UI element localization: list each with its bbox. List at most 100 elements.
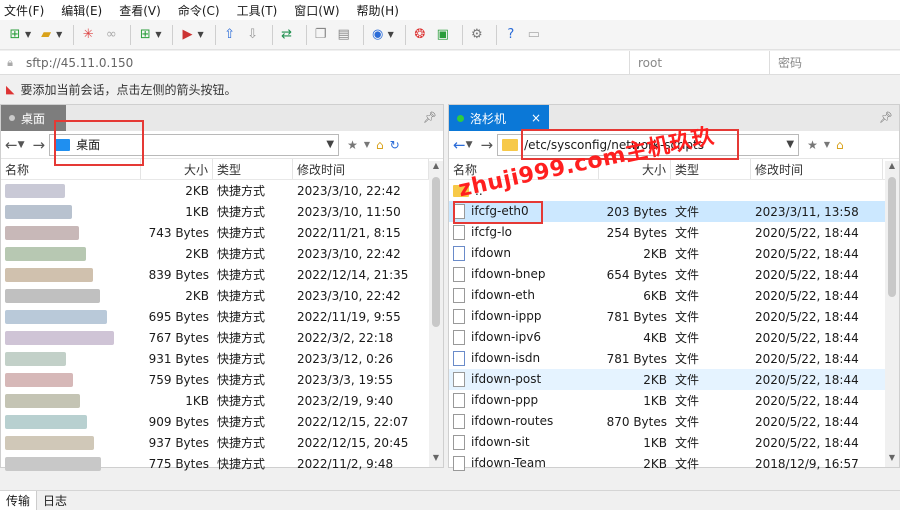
table-row[interactable]: ifdown-bnep 654 Bytes 文件 2020/5/22, 18:44 (449, 264, 899, 285)
refresh-icon[interactable]: ↻ (390, 138, 400, 152)
paste-icon[interactable]: ▤ (335, 26, 353, 44)
table-row[interactable]: ifdown-ippp 781 Bytes 文件 2020/5/22, 18:44 (449, 306, 899, 327)
back-dropdown-icon[interactable]: ▼ (18, 140, 25, 150)
back-dropdown-icon[interactable]: ▼ (466, 140, 473, 150)
forward-icon[interactable]: → (33, 136, 46, 154)
new-session-icon[interactable]: ⊞ (6, 26, 24, 44)
star-icon[interactable]: ★ (807, 138, 818, 152)
pin-icon[interactable]: 📌︎ (879, 111, 893, 124)
table-row[interactable]: ifdown 2KB 文件 2020/5/22, 18:44 (449, 243, 899, 264)
run-icon[interactable]: ▶ (178, 26, 196, 44)
table-row[interactable]: ifdown-isdn 781 Bytes 文件 2020/5/22, 18:44 (449, 348, 899, 369)
table-row[interactable]: 2KB 快捷方式 2023/3/10, 22:42 (1, 243, 443, 264)
help-icon[interactable]: ? (502, 26, 520, 44)
table-row[interactable]: 937 Bytes 快捷方式 2022/12/15, 20:45 (1, 432, 443, 453)
new-tab-dropdown-icon[interactable]: ▼ (155, 30, 161, 39)
table-row[interactable]: 2KB 快捷方式 2023/3/10, 22:42 (1, 180, 443, 201)
col-modified[interactable]: 修改时间 (751, 159, 883, 179)
chevron-down-icon[interactable]: ▼ (326, 139, 334, 150)
col-name[interactable]: 名称 (1, 159, 141, 179)
open-dropdown-icon[interactable]: ▼ (56, 30, 62, 39)
table-row[interactable]: 839 Bytes 快捷方式 2022/12/14, 21:35 (1, 264, 443, 285)
col-type[interactable]: 类型 (671, 159, 751, 179)
menu-edit[interactable]: 编辑(E) (61, 2, 102, 19)
table-row[interactable]: 2KB 快捷方式 2023/3/10, 22:42 (1, 285, 443, 306)
download-icon[interactable]: ⇩ (244, 26, 262, 44)
col-size[interactable]: 大小 (141, 159, 213, 179)
menu-file[interactable]: 文件(F) (4, 2, 44, 19)
new-session-dropdown-icon[interactable]: ▼ (25, 30, 31, 39)
table-row[interactable]: 909 Bytes 快捷方式 2022/12/15, 22:07 (1, 411, 443, 432)
table-row[interactable]: ifdown-ipv6 4KB 文件 2020/5/22, 18:44 (449, 327, 899, 348)
table-row[interactable]: 1KB 快捷方式 2023/3/10, 11:50 (1, 201, 443, 222)
menu-tools[interactable]: 工具(T) (237, 2, 278, 19)
local-scrollbar[interactable]: ▲ ▼ (429, 161, 443, 467)
table-row[interactable]: ifcfg-eth0 203 Bytes 文件 2023/3/11, 13:58 (449, 201, 899, 222)
globe-dropdown-icon[interactable]: ▼ (388, 30, 394, 39)
back-icon[interactable]: ← (453, 136, 466, 154)
new-tab-icon[interactable]: ⊞ (136, 26, 154, 44)
tab-local[interactable]: 桌面 (1, 105, 66, 131)
table-row[interactable]: 759 Bytes 快捷方式 2023/3/3, 19:55 (1, 369, 443, 390)
table-row[interactable]: ifdown-eth 6KB 文件 2020/5/22, 18:44 (449, 285, 899, 306)
username-input[interactable]: root (630, 51, 770, 74)
local-path-input[interactable]: 桌面 ▼ (49, 133, 340, 156)
sync-icon[interactable]: ⇄ (278, 26, 296, 44)
table-row[interactable]: 743 Bytes 快捷方式 2022/11/21, 8:15 (1, 222, 443, 243)
tab-transfer[interactable]: 传输 (0, 490, 38, 510)
run-dropdown-icon[interactable]: ▼ (197, 30, 203, 39)
password-input[interactable]: 密码 (770, 51, 900, 74)
upload-icon[interactable]: ⇧ (221, 26, 239, 44)
table-row[interactable]: ifcfg-lo 254 Bytes 文件 2020/5/22, 18:44 (449, 222, 899, 243)
col-modified[interactable]: 修改时间 (293, 159, 429, 179)
table-row[interactable]: .. (449, 180, 899, 201)
menu-help[interactable]: 帮助(H) (357, 2, 399, 19)
table-row[interactable]: ifdown-routes 870 Bytes 文件 2020/5/22, 18:44 (449, 411, 899, 432)
pin-icon[interactable]: 📌︎ (423, 111, 437, 124)
globe-icon[interactable]: ◉ (369, 26, 387, 44)
table-row[interactable]: 767 Bytes 快捷方式 2022/3/2, 22:18 (1, 327, 443, 348)
col-type[interactable]: 类型 (213, 159, 293, 179)
col-name[interactable]: 名称 (449, 159, 599, 179)
host-input[interactable]: sftp://45.11.0.150 (20, 51, 630, 74)
home-folder-icon[interactable]: ⌂ (376, 138, 384, 152)
xshell-icon[interactable]: ❂ (411, 26, 429, 44)
star-dropdown-icon[interactable]: ▼ (824, 140, 830, 149)
gear-icon[interactable]: ⚙ (468, 26, 486, 44)
scroll-down-icon[interactable]: ▼ (885, 453, 899, 467)
scroll-down-icon[interactable]: ▼ (429, 453, 443, 467)
xftp-icon[interactable]: ▣ (434, 26, 452, 44)
tab-remote[interactable]: 洛杉机 × (449, 105, 549, 131)
col-size[interactable]: 大小 (599, 159, 671, 179)
forward-icon[interactable]: → (481, 136, 494, 154)
table-row[interactable]: ifdown-post 2KB 文件 2020/5/22, 18:44 (449, 369, 899, 390)
reconnect-icon[interactable]: ∞ (102, 26, 120, 44)
scroll-up-icon[interactable]: ▲ (429, 161, 443, 175)
table-row[interactable]: ifdown-sit 1KB 文件 2020/5/22, 18:44 (449, 432, 899, 453)
menu-window[interactable]: 窗口(W) (294, 2, 339, 19)
remote-pane: 洛杉机 × 📌︎ ← ▼ → /etc/sysconfig/network-sc… (448, 104, 900, 471)
table-row[interactable]: 775 Bytes 快捷方式 2022/11/2, 9:48 (1, 453, 443, 474)
scroll-up-icon[interactable]: ▲ (885, 161, 899, 175)
close-icon[interactable]: × (531, 111, 541, 125)
chevron-down-icon[interactable]: ▼ (786, 139, 794, 150)
remote-path-input[interactable]: /etc/sysconfig/network-scripts ▼ (497, 133, 800, 156)
star-icon[interactable]: ★ (347, 138, 358, 152)
disconnect-icon[interactable]: ✳ (79, 26, 97, 44)
table-row[interactable]: ifdown-Team 2KB 文件 2018/12/9, 16:57 (449, 453, 899, 474)
tab-log[interactable]: 日志 (37, 491, 73, 510)
table-row[interactable]: 1KB 快捷方式 2023/2/19, 9:40 (1, 390, 443, 411)
open-folder-icon[interactable]: ▰ (37, 26, 55, 44)
home-folder-icon[interactable]: ⌂ (836, 138, 844, 152)
table-row[interactable]: 931 Bytes 快捷方式 2023/3/12, 0:26 (1, 348, 443, 369)
back-icon[interactable]: ← (5, 136, 18, 154)
remote-scrollbar[interactable]: ▲ ▼ (885, 161, 899, 467)
table-row[interactable]: ifdown-ppp 1KB 文件 2020/5/22, 18:44 (449, 390, 899, 411)
star-dropdown-icon[interactable]: ▼ (364, 140, 370, 149)
menu-view[interactable]: 查看(V) (119, 2, 161, 19)
chat-icon[interactable]: ▭ (525, 26, 543, 44)
bookmark-flag-icon[interactable]: ◣ (6, 83, 14, 96)
copy-icon[interactable]: ❐ (312, 26, 330, 44)
menu-command[interactable]: 命令(C) (178, 2, 220, 19)
table-row[interactable]: 695 Bytes 快捷方式 2022/11/19, 9:55 (1, 306, 443, 327)
